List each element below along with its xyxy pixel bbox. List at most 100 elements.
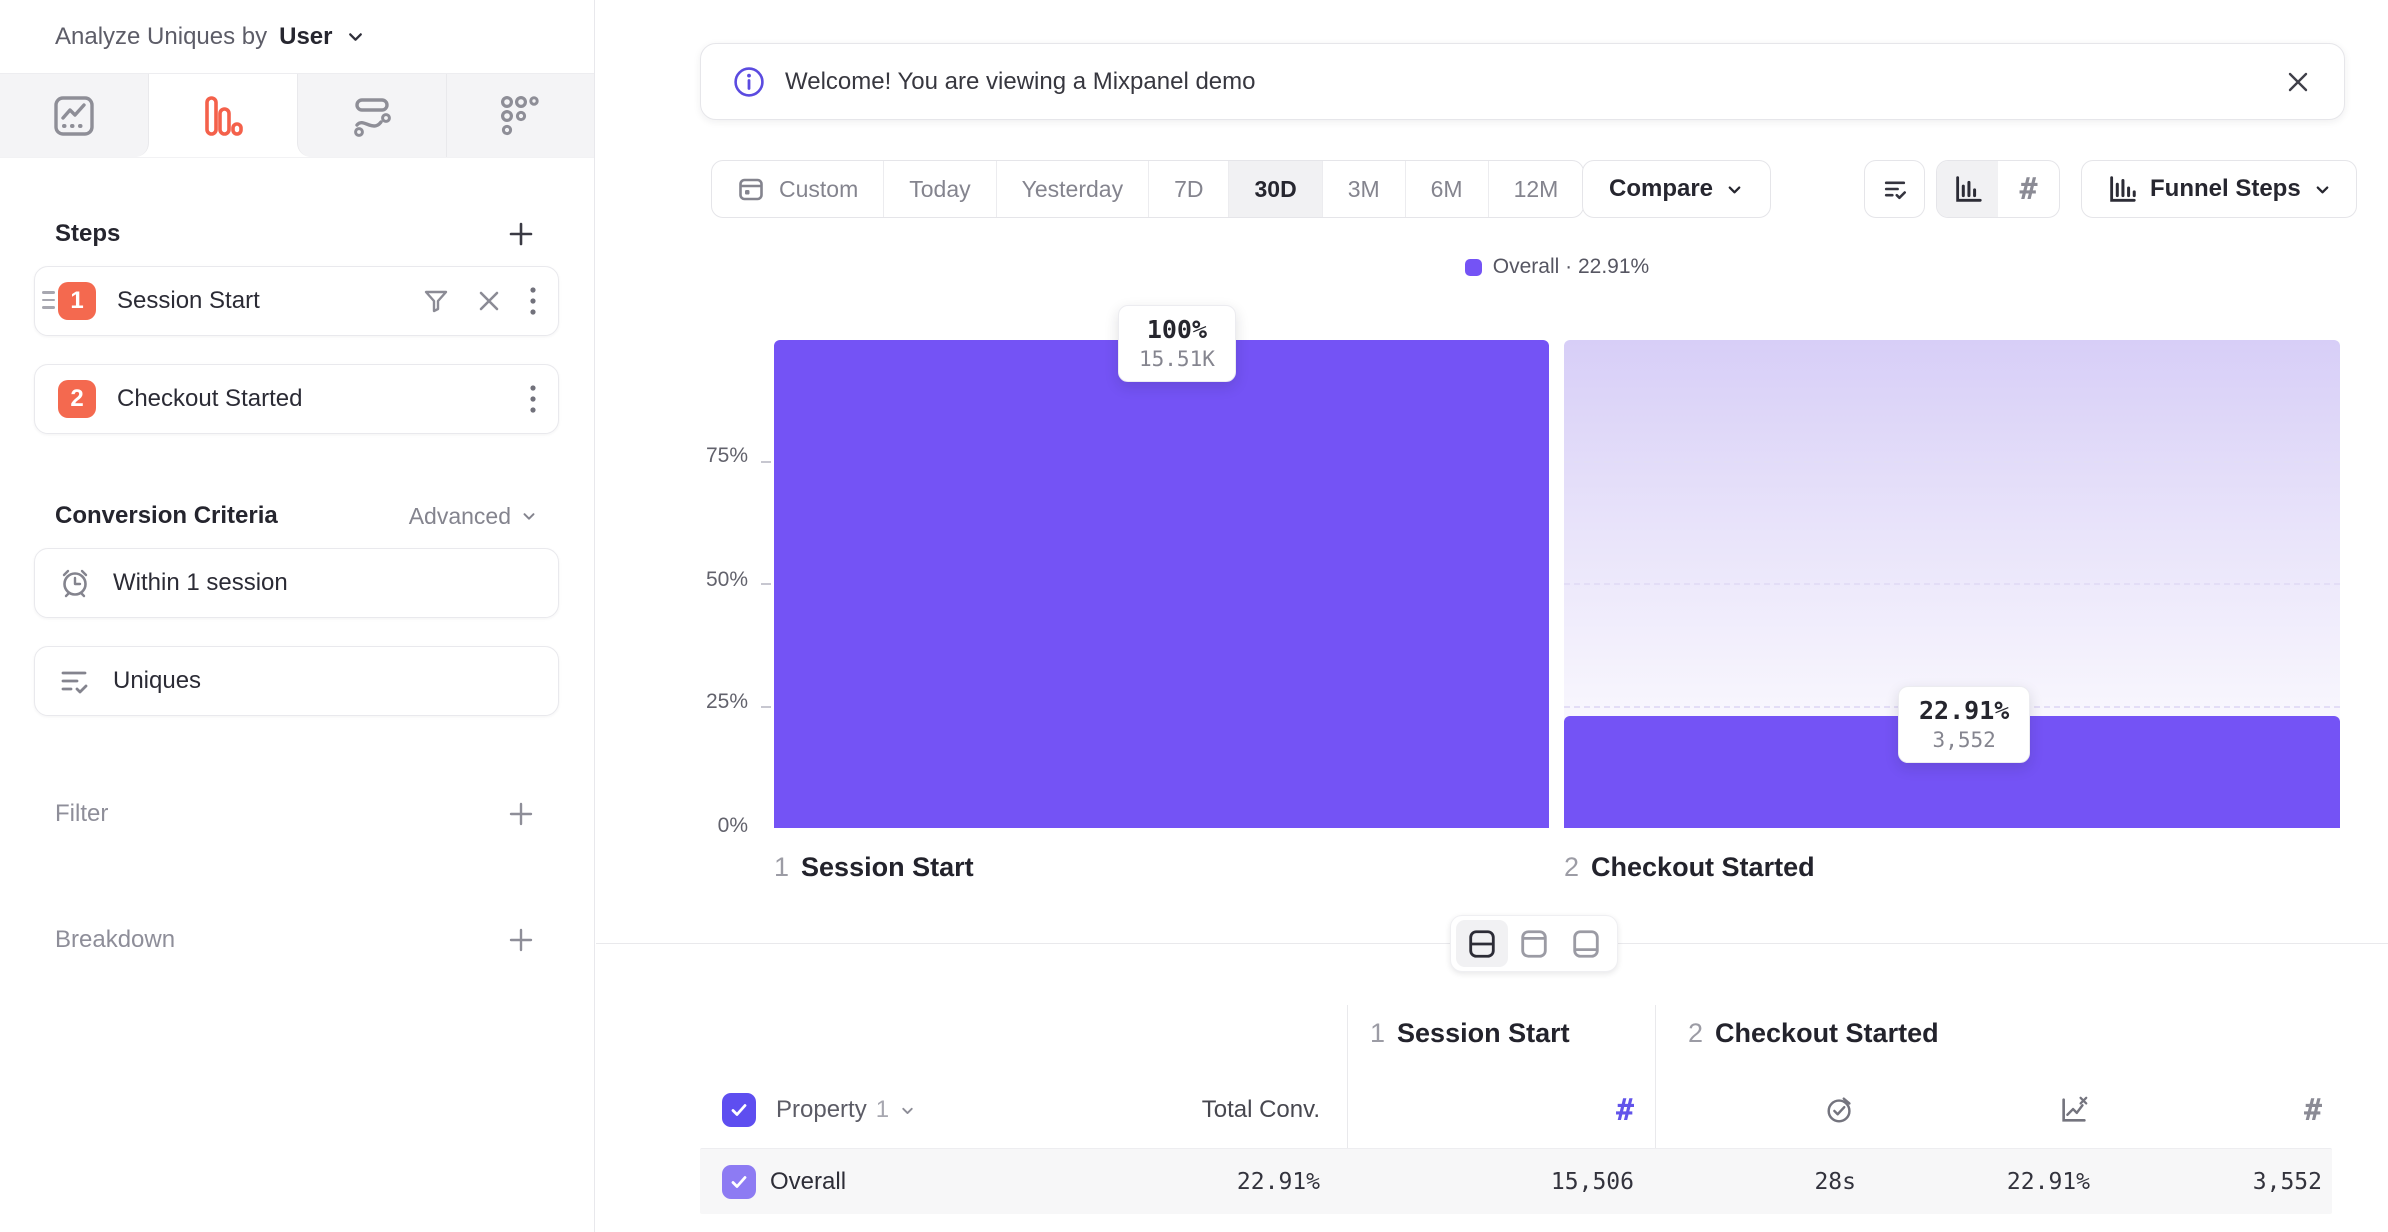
breakdown-section-title: Breakdown	[55, 926, 175, 954]
count-metric-icon[interactable]: #	[1616, 1093, 1634, 1128]
row-label: Overall	[770, 1168, 846, 1196]
flows-icon	[349, 93, 395, 139]
analyze-header: Analyze Uniques by User	[0, 0, 594, 74]
funnel-bar-session-start[interactable]	[774, 340, 1549, 828]
calendar-icon	[737, 175, 765, 203]
percent-view-button[interactable]	[1937, 161, 1998, 217]
plus-icon	[508, 927, 534, 953]
group-index: 2	[1688, 1018, 1703, 1049]
close-icon[interactable]	[2284, 68, 2312, 96]
date-range-custom[interactable]: Custom	[712, 161, 884, 217]
tooltip-percent: 100%	[1139, 315, 1215, 344]
funnels-bars-icon	[199, 93, 245, 139]
funnel-chart-plot	[774, 340, 2340, 828]
drag-handle-icon[interactable]	[42, 291, 55, 309]
tab-flows[interactable]	[297, 74, 447, 157]
retention-dots-icon	[497, 93, 543, 139]
compare-button[interactable]: Compare	[1582, 160, 1771, 218]
counting-method-setting[interactable]: Uniques	[34, 646, 559, 716]
axis-tick-mark	[761, 461, 771, 463]
list-check-icon	[1880, 174, 1910, 204]
add-breakdown-button[interactable]	[504, 923, 538, 957]
table-group-header-1: 1 Session Start	[1370, 1018, 1570, 1049]
session-count-value: 15,506	[1420, 1169, 1634, 1195]
date-range-30d[interactable]: 30D	[1229, 161, 1322, 217]
list-check-icon	[58, 664, 92, 698]
funnel-steps-dropdown[interactable]: Funnel Steps	[2081, 160, 2357, 218]
date-range-label: 6M	[1431, 176, 1463, 203]
row-checkbox[interactable]	[722, 1165, 756, 1199]
conversion-rate-icon[interactable]	[2058, 1094, 2090, 1126]
step-index: 2	[1564, 852, 1579, 883]
step-event-name[interactable]: Checkout Started	[117, 385, 528, 413]
count-metric-icon[interactable]: #	[2304, 1093, 2322, 1128]
date-range-label: Today	[909, 176, 970, 203]
steps-section-title: Steps	[55, 220, 120, 248]
total-conv-value: 22.91%	[1100, 1169, 1320, 1195]
tooltip-count: 3,552	[1919, 728, 2009, 752]
select-all-checkbox[interactable]	[722, 1093, 756, 1127]
tooltip-count: 15.51K	[1139, 347, 1215, 371]
date-range-7d[interactable]: 7D	[1149, 161, 1229, 217]
check-icon	[729, 1100, 749, 1120]
tab-insights[interactable]	[0, 74, 149, 157]
group-name: Checkout Started	[1715, 1018, 1939, 1049]
y-axis-tick-25: 25%	[688, 690, 748, 714]
add-filter-button[interactable]	[504, 797, 538, 831]
step-event-name[interactable]: Session Start	[117, 287, 422, 315]
tab-retention[interactable]	[447, 74, 595, 157]
uniques-metric-button[interactable]	[1864, 160, 1925, 218]
counting-method-label: Uniques	[113, 667, 538, 695]
date-range-yesterday[interactable]: Yesterday	[997, 161, 1149, 217]
legend-label: Overall · 22.91%	[1493, 255, 1649, 279]
split-view-button[interactable]	[1456, 920, 1508, 967]
step-row-2[interactable]: 2 Checkout Started	[34, 364, 559, 434]
date-range-3m[interactable]: 3M	[1323, 161, 1406, 217]
step-number-badge: 2	[58, 380, 96, 418]
group-index: 1	[1370, 1018, 1385, 1049]
funnel-step-1-column[interactable]	[774, 340, 1549, 828]
chart-legend[interactable]: Overall · 22.91%	[774, 255, 2340, 279]
welcome-banner: Welcome! You are viewing a Mixpanel demo	[700, 43, 2345, 120]
conversion-window-label: Within 1 session	[113, 569, 538, 597]
bar-value-tooltip-2: 22.91% 3,552	[1898, 686, 2030, 763]
conversion-window-setting[interactable]: Within 1 session	[34, 548, 559, 618]
bar-value-tooltip-1: 100% 15.51K	[1118, 305, 1236, 382]
add-step-button[interactable]	[504, 217, 538, 251]
filter-section-title: Filter	[55, 800, 108, 828]
tooltip-percent: 22.91%	[1919, 696, 2009, 725]
date-range-6m[interactable]: 6M	[1406, 161, 1489, 217]
step-row-1[interactable]: 1 Session Start	[34, 266, 559, 336]
time-to-convert-icon[interactable]	[1824, 1094, 1856, 1126]
funnel-chart-icon	[2106, 173, 2138, 205]
property-dropdown[interactable]: Property 1	[776, 1096, 916, 1124]
property-number: 1	[876, 1096, 889, 1124]
conv-rate-header-cell	[1890, 1088, 2090, 1132]
filter-funnel-icon[interactable]	[422, 287, 450, 315]
date-range-12m[interactable]: 12M	[1489, 161, 1584, 217]
date-range-control: Custom Today Yesterday 7D 30D 3M 6M 12M	[711, 160, 1584, 218]
chevron-down-icon	[899, 1102, 916, 1119]
chevron-down-icon	[1725, 180, 1744, 199]
table-view-button[interactable]	[1508, 920, 1560, 967]
date-range-label: 3M	[1348, 176, 1380, 203]
date-range-today[interactable]: Today	[884, 161, 996, 217]
chart-view-button[interactable]	[1560, 920, 1612, 967]
axis-tick-mark	[761, 583, 771, 585]
tab-funnels[interactable]	[149, 74, 298, 157]
advanced-dropdown[interactable]: Advanced	[409, 503, 538, 530]
number-view-button[interactable]: #	[1998, 161, 2059, 217]
kebab-menu-icon[interactable]	[528, 285, 538, 317]
legend-swatch	[1465, 259, 1482, 276]
y-axis-tick-0: 0%	[688, 814, 748, 838]
avg-time-header-cell	[1660, 1088, 1856, 1132]
kebab-menu-icon[interactable]	[528, 383, 538, 415]
remove-step-icon[interactable]	[476, 288, 502, 314]
y-axis-tick-75: 75%	[688, 444, 748, 468]
date-range-label: 12M	[1514, 176, 1559, 203]
chart-view-icon	[1570, 928, 1602, 960]
x-axis-step-label-1: 1 Session Start	[774, 852, 974, 883]
table-row-overall[interactable]: Overall 22.91% 15,506 28s 22.91% 3,552	[700, 1148, 2332, 1214]
sidebar: Analyze Uniques by User	[0, 0, 595, 1232]
analyze-entity-dropdown[interactable]: User	[279, 23, 332, 51]
